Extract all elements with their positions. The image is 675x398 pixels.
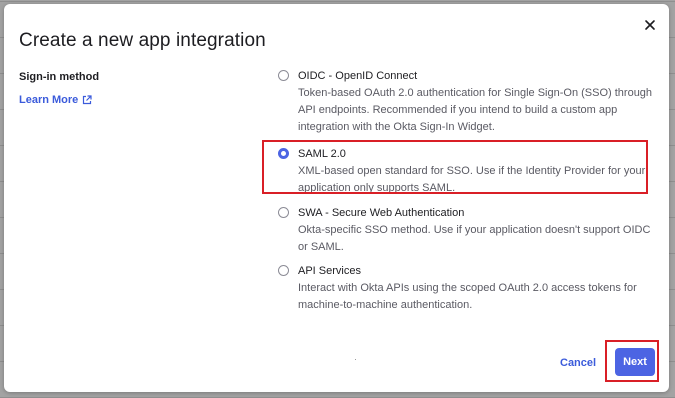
option-swa-desc: Okta-specific SSO method. Use if your ap… (298, 224, 651, 253)
option-api-services-desc: Interact with Okta APIs using the scoped… (298, 282, 637, 311)
create-app-integration-dialog: Create a new app integration Sign-in met… (4, 4, 669, 392)
option-swa[interactable]: SWA - Secure Web Authentication Okta-spe… (276, 205, 661, 256)
stray-dot (355, 359, 356, 360)
radio-api-services[interactable] (278, 265, 289, 276)
sign-in-method-label: Sign-in method (19, 71, 100, 83)
option-api-services-title: API Services (298, 265, 361, 277)
learn-more-label: Learn More (19, 94, 79, 106)
radio-oidc[interactable] (278, 70, 289, 81)
radio-swa[interactable] (278, 207, 289, 218)
dialog-title: Create a new app integration (19, 30, 266, 51)
option-oidc[interactable]: OIDC - OpenID Connect Token-based OAuth … (276, 68, 661, 136)
next-button[interactable]: Next (615, 348, 655, 376)
option-oidc-title: OIDC - OpenID Connect (298, 70, 418, 82)
cancel-button[interactable]: Cancel (560, 357, 596, 369)
learn-more-link[interactable]: Learn More (19, 94, 92, 106)
option-api-services[interactable]: API Services Interact with Okta APIs usi… (276, 263, 661, 314)
option-saml-title: SAML 2.0 (298, 148, 346, 160)
option-oidc-desc: Token-based OAuth 2.0 authentication for… (298, 87, 653, 133)
option-saml[interactable]: SAML 2.0 XML-based open standard for SSO… (276, 146, 661, 197)
close-icon (645, 20, 655, 30)
radio-saml[interactable] (278, 148, 289, 159)
close-button[interactable] (643, 18, 657, 32)
option-swa-title: SWA - Secure Web Authentication (298, 207, 465, 219)
option-saml-desc: XML-based open standard for SSO. Use if … (298, 165, 646, 194)
external-link-icon (83, 95, 92, 105)
